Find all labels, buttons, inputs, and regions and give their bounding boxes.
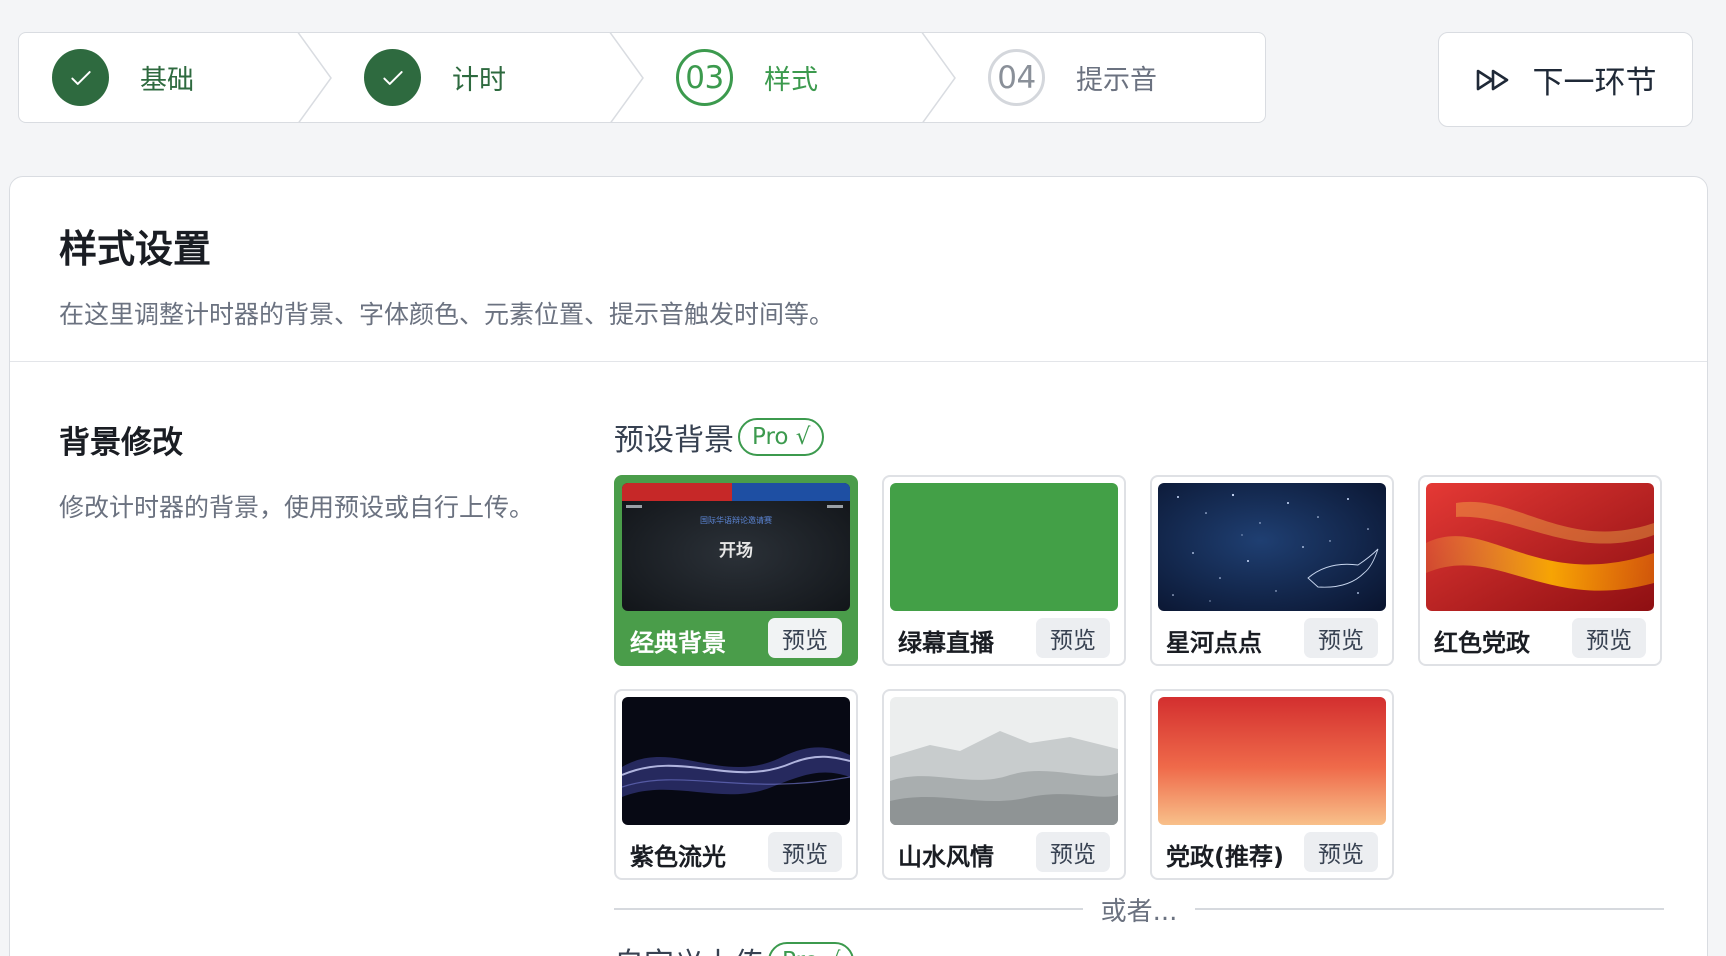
preset-tile-starry[interactable]: 星河点点 预览 [1150,475,1394,666]
custom-upload-heading: 自定义上传 Pro √ [614,939,855,956]
preset-tile-landscape[interactable]: 山水风情 预览 [882,689,1126,880]
preset-name: 红色党政 [1434,629,1530,657]
preset-name: 经典背景 [630,629,726,657]
preset-tile-green-screen[interactable]: 绿幕直播 预览 [882,475,1126,666]
page-title: 样式设置 [59,227,212,271]
page-description: 在这里调整计时器的背景、字体颜色、元素位置、提示音触发时间等。 [59,300,835,329]
starry-thumbnail [1158,483,1386,611]
step-separator [921,33,956,122]
divider-line [1195,908,1665,910]
step-number: 03 [685,59,724,96]
divider-line [614,908,1083,910]
preset-name: 紫色流光 [630,843,726,871]
step-label: 样式 [764,65,818,96]
thumb-subtitle: 国际华语辩论邀请赛 [700,515,772,525]
fast-forward-icon [1476,69,1508,90]
green-screen-thumbnail [890,483,1118,611]
preset-name: 党政(推荐) [1166,843,1284,871]
preview-button[interactable]: 预览 [1572,618,1646,658]
step-separator [609,33,644,122]
preview-button[interactable]: 预览 [1304,618,1378,658]
step-number-badge: 04 [988,49,1045,106]
custom-upload-label: 自定义上传 [614,939,764,956]
check-icon [364,49,421,106]
preset-background-heading: 预设背景 Pro √ [614,415,825,459]
or-divider-label: 或者... [1100,896,1178,927]
step-sound[interactable]: 04 提示音 [955,33,1265,122]
preview-button[interactable]: 预览 [1036,832,1110,872]
preset-name: 山水风情 [898,843,994,871]
classic-thumbnail: 国际华语辩论邀请赛 开场 [622,483,850,611]
thumb-title: 开场 [719,541,753,561]
step-label: 计时 [452,65,506,96]
pro-badge: Pro √ [738,418,825,456]
section-description: 修改计时器的背景，使用预设或自行上传。 [59,493,535,522]
landscape-thumbnail [890,697,1118,825]
step-label: 基础 [140,65,194,96]
step-number: 04 [997,59,1036,96]
preview-button[interactable]: 预览 [768,618,842,658]
red-party-thumbnail [1426,483,1654,611]
party-thumbnail [1158,697,1386,825]
preset-name: 星河点点 [1166,629,1262,657]
step-separator [297,33,332,122]
preset-tile-party-recommended[interactable]: 党政(推荐) 预览 [1150,689,1394,880]
preview-button[interactable]: 预览 [1304,832,1378,872]
next-section-label: 下一环节 [1532,65,1657,101]
step-label: 提示音 [1076,65,1157,96]
preset-name: 绿幕直播 [898,629,994,657]
preset-label: 预设背景 [614,423,734,458]
or-divider: 或者... [614,889,1665,929]
style-settings-card: 样式设置 在这里调整计时器的背景、字体颜色、元素位置、提示音触发时间等。 背景修… [9,176,1708,956]
step-timing[interactable]: 计时 [331,33,644,122]
preset-tile-red-party[interactable]: 红色党政 预览 [1418,475,1662,666]
progress-stepper: 基础 计时 03 样式 04 提示音 [18,32,1266,123]
card-header: 样式设置 在这里调整计时器的背景、字体颜色、元素位置、提示音触发时间等。 [10,177,1707,362]
next-section-button[interactable]: 下一环节 [1438,32,1693,127]
check-icon [52,49,109,106]
step-basics[interactable]: 基础 [19,33,332,122]
step-number-badge: 03 [676,49,733,106]
preset-tile-purple-light[interactable]: 紫色流光 预览 [614,689,858,880]
pro-badge: Pro √ [768,942,855,956]
step-style[interactable]: 03 样式 [643,33,956,122]
preview-button[interactable]: 预览 [1036,618,1110,658]
background-section-info: 背景修改 修改计时器的背景，使用预设或自行上传。 [59,417,549,532]
purple-light-thumbnail [622,697,850,825]
preview-button[interactable]: 预览 [768,832,842,872]
preset-tile-classic[interactable]: 国际华语辩论邀请赛 开场 经典背景 预览 [614,475,858,666]
section-title: 背景修改 [59,425,183,461]
